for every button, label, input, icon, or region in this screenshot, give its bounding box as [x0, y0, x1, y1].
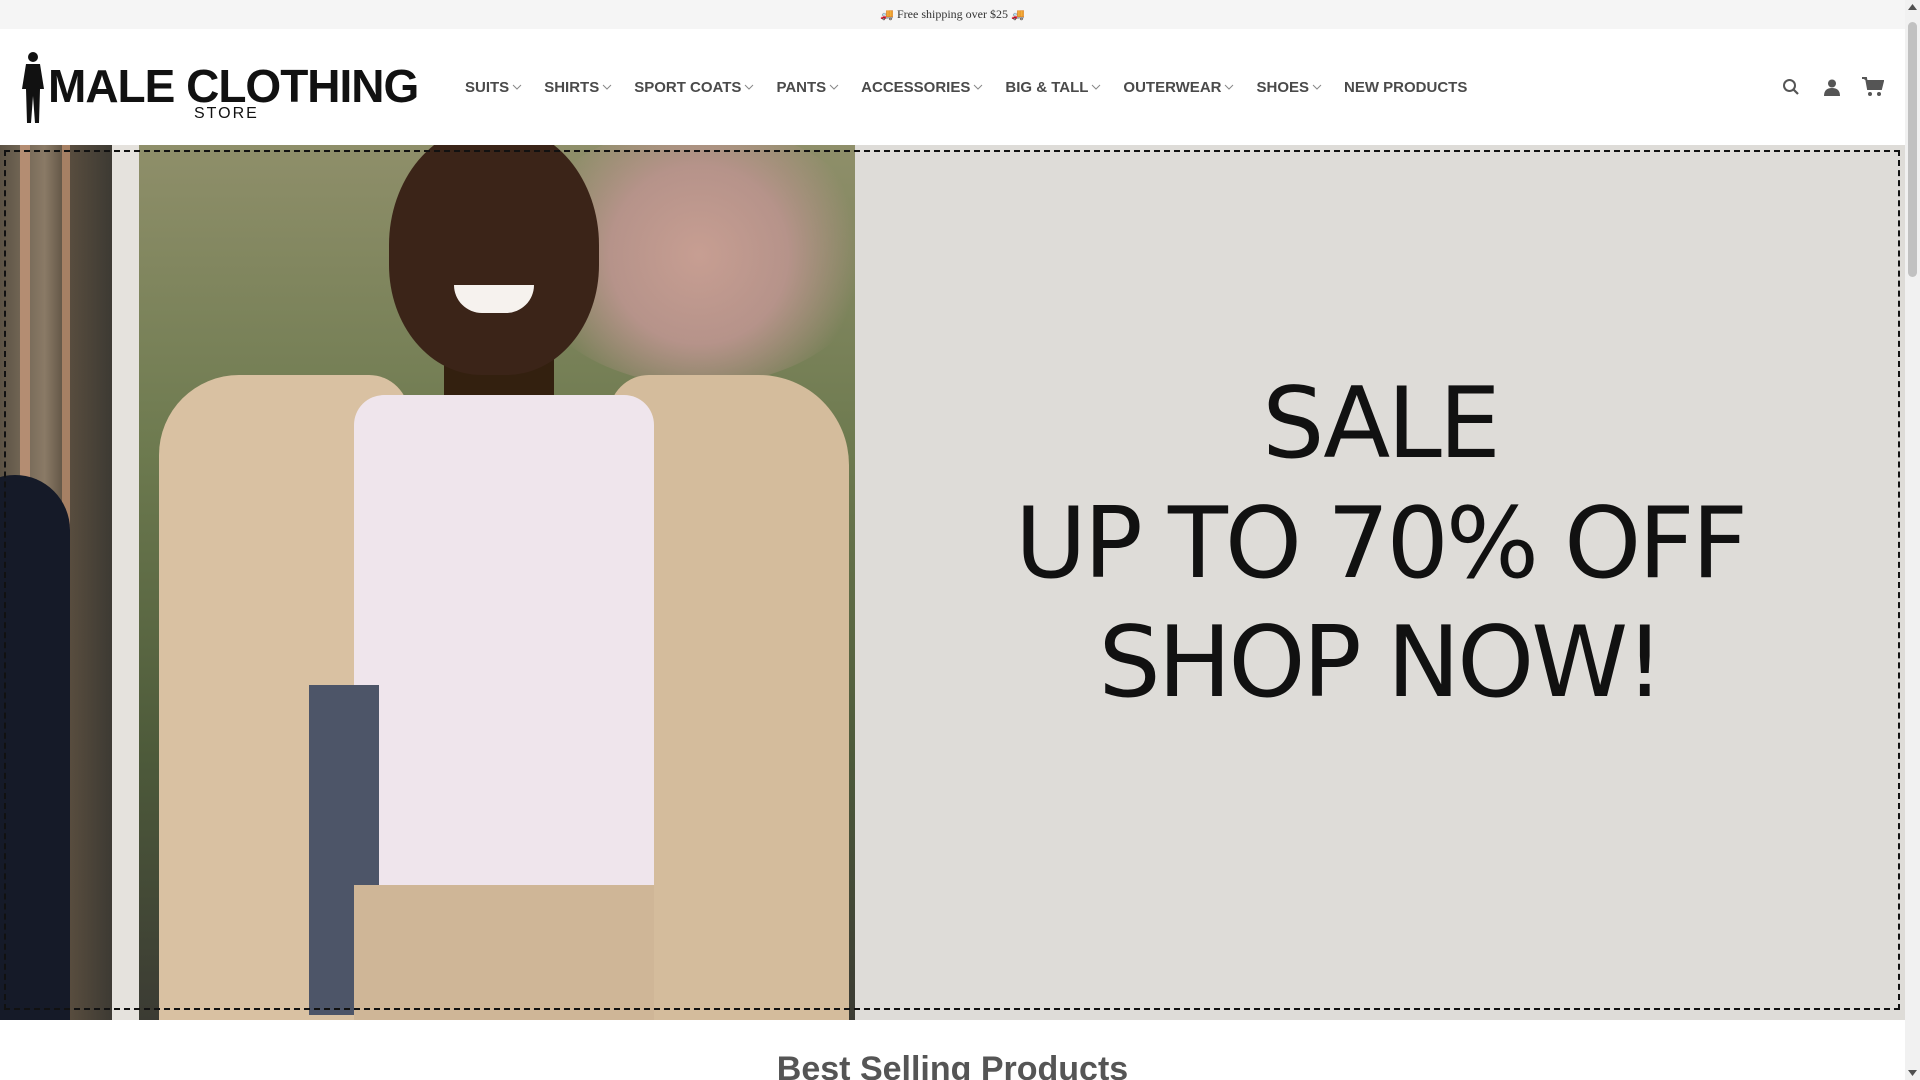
chevron-down-icon [745, 84, 754, 90]
nav-item-shirts[interactable]: SHIRTS [544, 79, 612, 96]
chevron-down-icon [974, 84, 983, 90]
user-icon[interactable] [1821, 76, 1843, 98]
hero-sale-text: SALE UP TO 70% OFF SHOP NOW! [855, 365, 1905, 724]
truck-icon: 🚚 [1010, 9, 1025, 21]
hero-divider [112, 145, 139, 1020]
announcement-text: Free shipping over $25 [897, 7, 1008, 21]
site-logo[interactable]: MALE CLOTHING STORE [20, 51, 425, 125]
nav-item-sport-coats[interactable]: SPORT COATS [634, 79, 754, 96]
chevron-down-icon [1225, 84, 1234, 90]
chevron-down-icon [1312, 84, 1322, 90]
nav-label: PANTS [776, 78, 827, 96]
hero-line-discount: UP TO 70% OFF [1015, 486, 1748, 601]
hero-slide-previous-image [0, 145, 112, 1020]
logo-subtext: STORE [194, 105, 259, 122]
nav-label: SPORT COATS [634, 78, 742, 96]
nav-label: SHIRTS [544, 78, 600, 96]
nav-label: SUITS [465, 78, 510, 96]
nav-item-outerwear[interactable]: OUTERWEAR [1123, 79, 1234, 96]
site-header: MALE CLOTHING STORE SUITS SHIRTS SPORT C… [0, 29, 1905, 145]
nav-label: OUTERWEAR [1123, 78, 1222, 96]
chevron-down-icon [1092, 84, 1101, 90]
section-title: Best Selling Products [776, 1050, 1129, 1080]
nav-label: SHOES [1256, 78, 1309, 96]
main-nav: SUITS SHIRTS SPORT COATS PANTS ACCESSORI… [465, 29, 1489, 145]
hero-model-image [139, 145, 855, 1020]
nav-item-suits[interactable]: SUITS [465, 79, 522, 96]
scroll-up-icon[interactable] [1908, 4, 1917, 10]
nav-label: BIG & TALL [1005, 78, 1089, 96]
page-scrollbar[interactable] [1905, 0, 1920, 1080]
chevron-down-icon [512, 84, 522, 90]
cart-icon[interactable] [1862, 76, 1884, 98]
announcement-bar: 🚚 Free shipping over $25 🚚 [0, 0, 1905, 29]
hero-banner[interactable]: SALE UP TO 70% OFF SHOP NOW! [0, 145, 1905, 1020]
nav-item-accessories[interactable]: ACCESSORIES [861, 79, 983, 96]
nav-item-pants[interactable]: PANTS [776, 79, 839, 96]
hero-line-sale: SALE [1262, 367, 1501, 481]
nav-item-big-tall[interactable]: BIG & TALL [1005, 79, 1101, 96]
nav-label: ACCESSORIES [861, 78, 971, 96]
man-silhouette-icon [22, 52, 44, 123]
nav-item-new-products[interactable]: NEW PRODUCTS [1344, 79, 1467, 96]
truck-icon: 🚚 [880, 9, 894, 21]
chevron-down-icon [829, 84, 839, 90]
search-icon[interactable] [1780, 76, 1802, 98]
chevron-down-icon [602, 84, 612, 90]
nav-label: NEW PRODUCTS [1344, 78, 1468, 96]
scroll-down-icon[interactable] [1908, 1070, 1917, 1076]
nav-item-shoes[interactable]: SHOES [1256, 79, 1322, 96]
hero-line-cta: SHOP NOW! [1098, 606, 1665, 721]
scrollbar-thumb[interactable] [1908, 22, 1917, 277]
header-actions [1761, 29, 1905, 145]
